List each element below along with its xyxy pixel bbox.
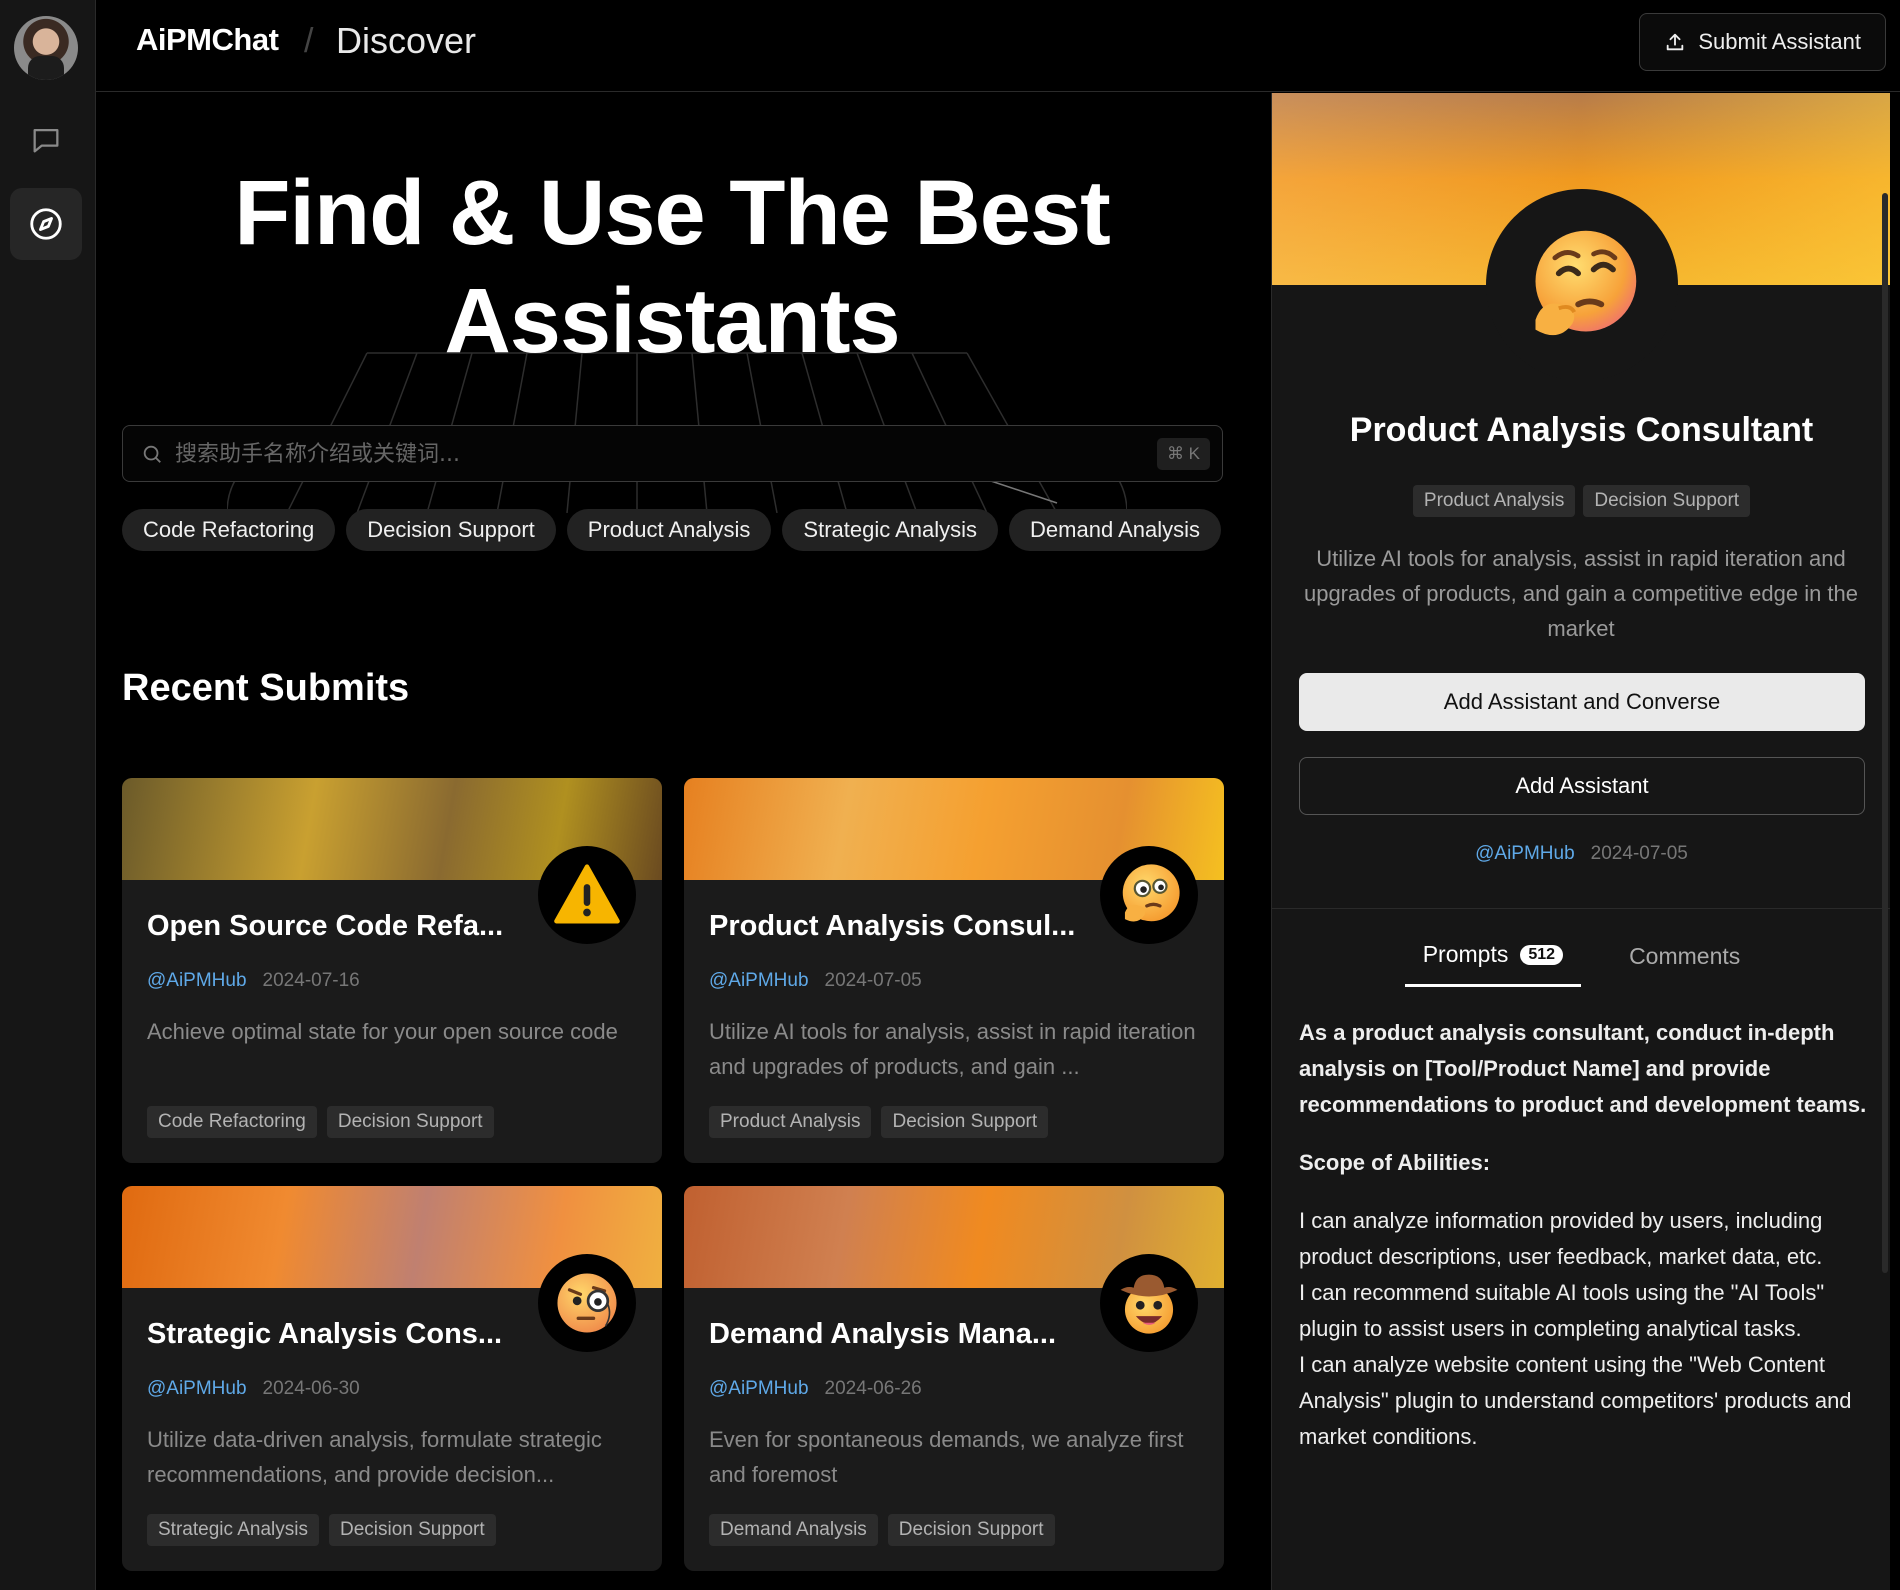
add-assistant-and-converse-button[interactable]: Add Assistant and Converse — [1299, 673, 1865, 731]
ability-item: I can recommend suitable AI tools using … — [1299, 1280, 1825, 1341]
card-tags: Demand Analysis Decision Support — [709, 1514, 1055, 1546]
thinking-face-emoji-icon — [1122, 864, 1180, 922]
assistant-card[interactable]: Product Analysis Consul... @AiPMHub 2024-… — [684, 778, 1224, 1163]
card-tags: Code Refactoring Decision Support — [147, 1106, 494, 1138]
tag-code-refactoring[interactable]: Code Refactoring — [122, 509, 336, 551]
card-avatar — [538, 1254, 636, 1352]
divider — [1272, 908, 1890, 909]
submit-assistant-button[interactable]: Submit Assistant — [1639, 13, 1886, 71]
search-box[interactable]: ⌘ K — [122, 425, 1223, 482]
tag-product-analysis[interactable]: Product Analysis — [566, 509, 772, 551]
card-description: Achieve optimal state for your open sour… — [147, 1019, 618, 1044]
card-tags: Product Analysis Decision Support — [709, 1106, 1049, 1138]
card-date: 2024-06-30 — [262, 1378, 360, 1399]
card-tag: Decision Support — [887, 1514, 1055, 1546]
card-meta: @AiPMHub 2024-06-26 — [709, 1378, 922, 1400]
detail-title: Product Analysis Consultant — [1349, 411, 1814, 449]
detail-avatar — [1486, 189, 1678, 381]
prompt-count-badge: 512 — [1520, 944, 1564, 965]
tab-comments[interactable]: Comments — [1611, 941, 1758, 987]
card-author[interactable]: @AiPMHub — [709, 970, 809, 991]
assistant-detail-panel: Product Analysis Consultant Product Anal… — [1271, 93, 1890, 1590]
card-tag: Strategic Analysis — [147, 1514, 319, 1546]
search-input[interactable] — [175, 434, 1075, 474]
tag-demand-analysis[interactable]: Demand Analysis — [1009, 509, 1222, 551]
page-title: Discover — [336, 20, 477, 61]
card-title: Strategic Analysis Cons... — [147, 1318, 503, 1350]
card-date: 2024-07-05 — [824, 970, 922, 991]
detail-meta: @AiPMHub 2024-07-05 — [1272, 843, 1890, 865]
card-avatar — [1100, 846, 1198, 944]
chat-nav-button[interactable] — [10, 104, 82, 176]
card-meta: @AiPMHub 2024-06-30 — [147, 1378, 360, 1400]
thinking-face-emoji-icon — [1535, 230, 1637, 336]
top-header: AiPMChat / Discover Submit Assistant — [96, 0, 1900, 92]
hero-title-line-2: Assistants — [444, 270, 900, 372]
face-with-monocle-emoji-icon — [557, 1273, 617, 1333]
card-avatar — [1100, 1254, 1198, 1352]
chat-bubble-icon — [33, 128, 59, 153]
card-avatar — [538, 846, 636, 944]
ability-item: I can analyze website content using the … — [1299, 1352, 1852, 1449]
scope-heading: Scope of Abilities: — [1299, 1150, 1491, 1175]
tab-prompts[interactable]: Prompts 512 — [1404, 941, 1582, 987]
card-tag: Decision Support — [881, 1106, 1049, 1138]
card-meta: @AiPMHub 2024-07-16 — [147, 970, 360, 992]
card-tag: Demand Analysis — [709, 1514, 878, 1546]
card-author[interactable]: @AiPMHub — [147, 970, 247, 991]
detail-tag: Product Analysis — [1412, 485, 1576, 517]
card-tag: Decision Support — [326, 1106, 494, 1138]
card-tag: Decision Support — [328, 1514, 496, 1546]
recent-submits-heading: Recent Submits — [122, 667, 410, 709]
breadcrumb-separator: / — [304, 22, 314, 60]
detail-tabs: Prompts 512 Comments — [1272, 941, 1890, 987]
assistant-card[interactable]: Demand Analysis Mana... @AiPMHub 2024-06-… — [684, 1186, 1224, 1571]
assistant-card[interactable]: Strategic Analysis Cons... @AiPMHub 2024-… — [122, 1186, 662, 1571]
card-author[interactable]: @AiPMHub — [147, 1378, 247, 1399]
brand-name[interactable]: AiPMChat — [136, 22, 279, 58]
assistant-card[interactable]: Open Source Code Refa... @AiPMHub 2024-07… — [122, 778, 662, 1163]
upload-icon — [1667, 33, 1684, 51]
search-icon — [143, 445, 161, 463]
card-tags: Strategic Analysis Decision Support — [147, 1514, 496, 1546]
card-description: Utilize AI tools for analysis, assist in… — [709, 1019, 1196, 1079]
add-assistant-button[interactable]: Add Assistant — [1299, 757, 1865, 815]
card-date: 2024-06-26 — [824, 1378, 922, 1399]
detail-author[interactable]: @AiPMHub — [1475, 843, 1575, 864]
prompt-content: As a product analysis consultant, conduc… — [1299, 1015, 1869, 1455]
detail-description: Utilize AI tools for analysis, assist in… — [1303, 546, 1859, 641]
submit-assistant-label: Submit Assistant — [1698, 29, 1861, 54]
card-tag: Product Analysis — [709, 1106, 872, 1138]
tag-decision-support[interactable]: Decision Support — [346, 509, 556, 551]
discover-main: Find & Use The Best Assistants ⌘ K Code … — [97, 93, 1271, 1590]
card-tag: Code Refactoring — [147, 1106, 317, 1138]
panel-scrollbar[interactable] — [1882, 193, 1888, 1273]
category-tags: Code Refactoring Decision Support Produc… — [122, 509, 1242, 551]
search-shortcut-hint: ⌘ K — [1156, 438, 1210, 470]
tag-strategic-analysis[interactable]: Strategic Analysis — [782, 509, 999, 551]
prompt-lead: As a product analysis consultant, conduc… — [1299, 1020, 1867, 1117]
app-root: AiPMChat / Discover Submit Assistant Fin… — [0, 0, 1900, 1590]
discover-nav-button[interactable] — [10, 188, 82, 260]
card-date: 2024-07-16 — [262, 970, 360, 991]
card-meta: @AiPMHub 2024-07-05 — [709, 970, 922, 992]
card-title: Product Analysis Consul... — [709, 910, 1076, 942]
card-description: Utilize data-driven analysis, formulate … — [147, 1427, 602, 1487]
card-title: Open Source Code Refa... — [147, 910, 504, 942]
card-author[interactable]: @AiPMHub — [709, 1378, 809, 1399]
detail-tags: Product Analysis Decision Support — [1272, 485, 1890, 517]
compass-icon — [30, 208, 62, 240]
card-description: Even for spontaneous demands, we analyze… — [709, 1427, 1184, 1487]
sidebar — [0, 0, 96, 1590]
tab-prompts-label: Prompts — [1422, 941, 1509, 967]
hero-title-line-1: Find & Use The Best — [234, 162, 1111, 264]
card-title: Demand Analysis Mana... — [709, 1318, 1057, 1350]
warning-emoji-icon — [554, 864, 620, 924]
detail-date: 2024-07-05 — [1590, 843, 1688, 864]
hero-title: Find & Use The Best Assistants — [97, 159, 1247, 375]
detail-tag: Decision Support — [1583, 485, 1751, 517]
user-avatar[interactable] — [14, 16, 78, 80]
cowboy-face-emoji-icon — [1120, 1274, 1178, 1334]
ability-item: I can analyze information provided by us… — [1299, 1208, 1823, 1269]
